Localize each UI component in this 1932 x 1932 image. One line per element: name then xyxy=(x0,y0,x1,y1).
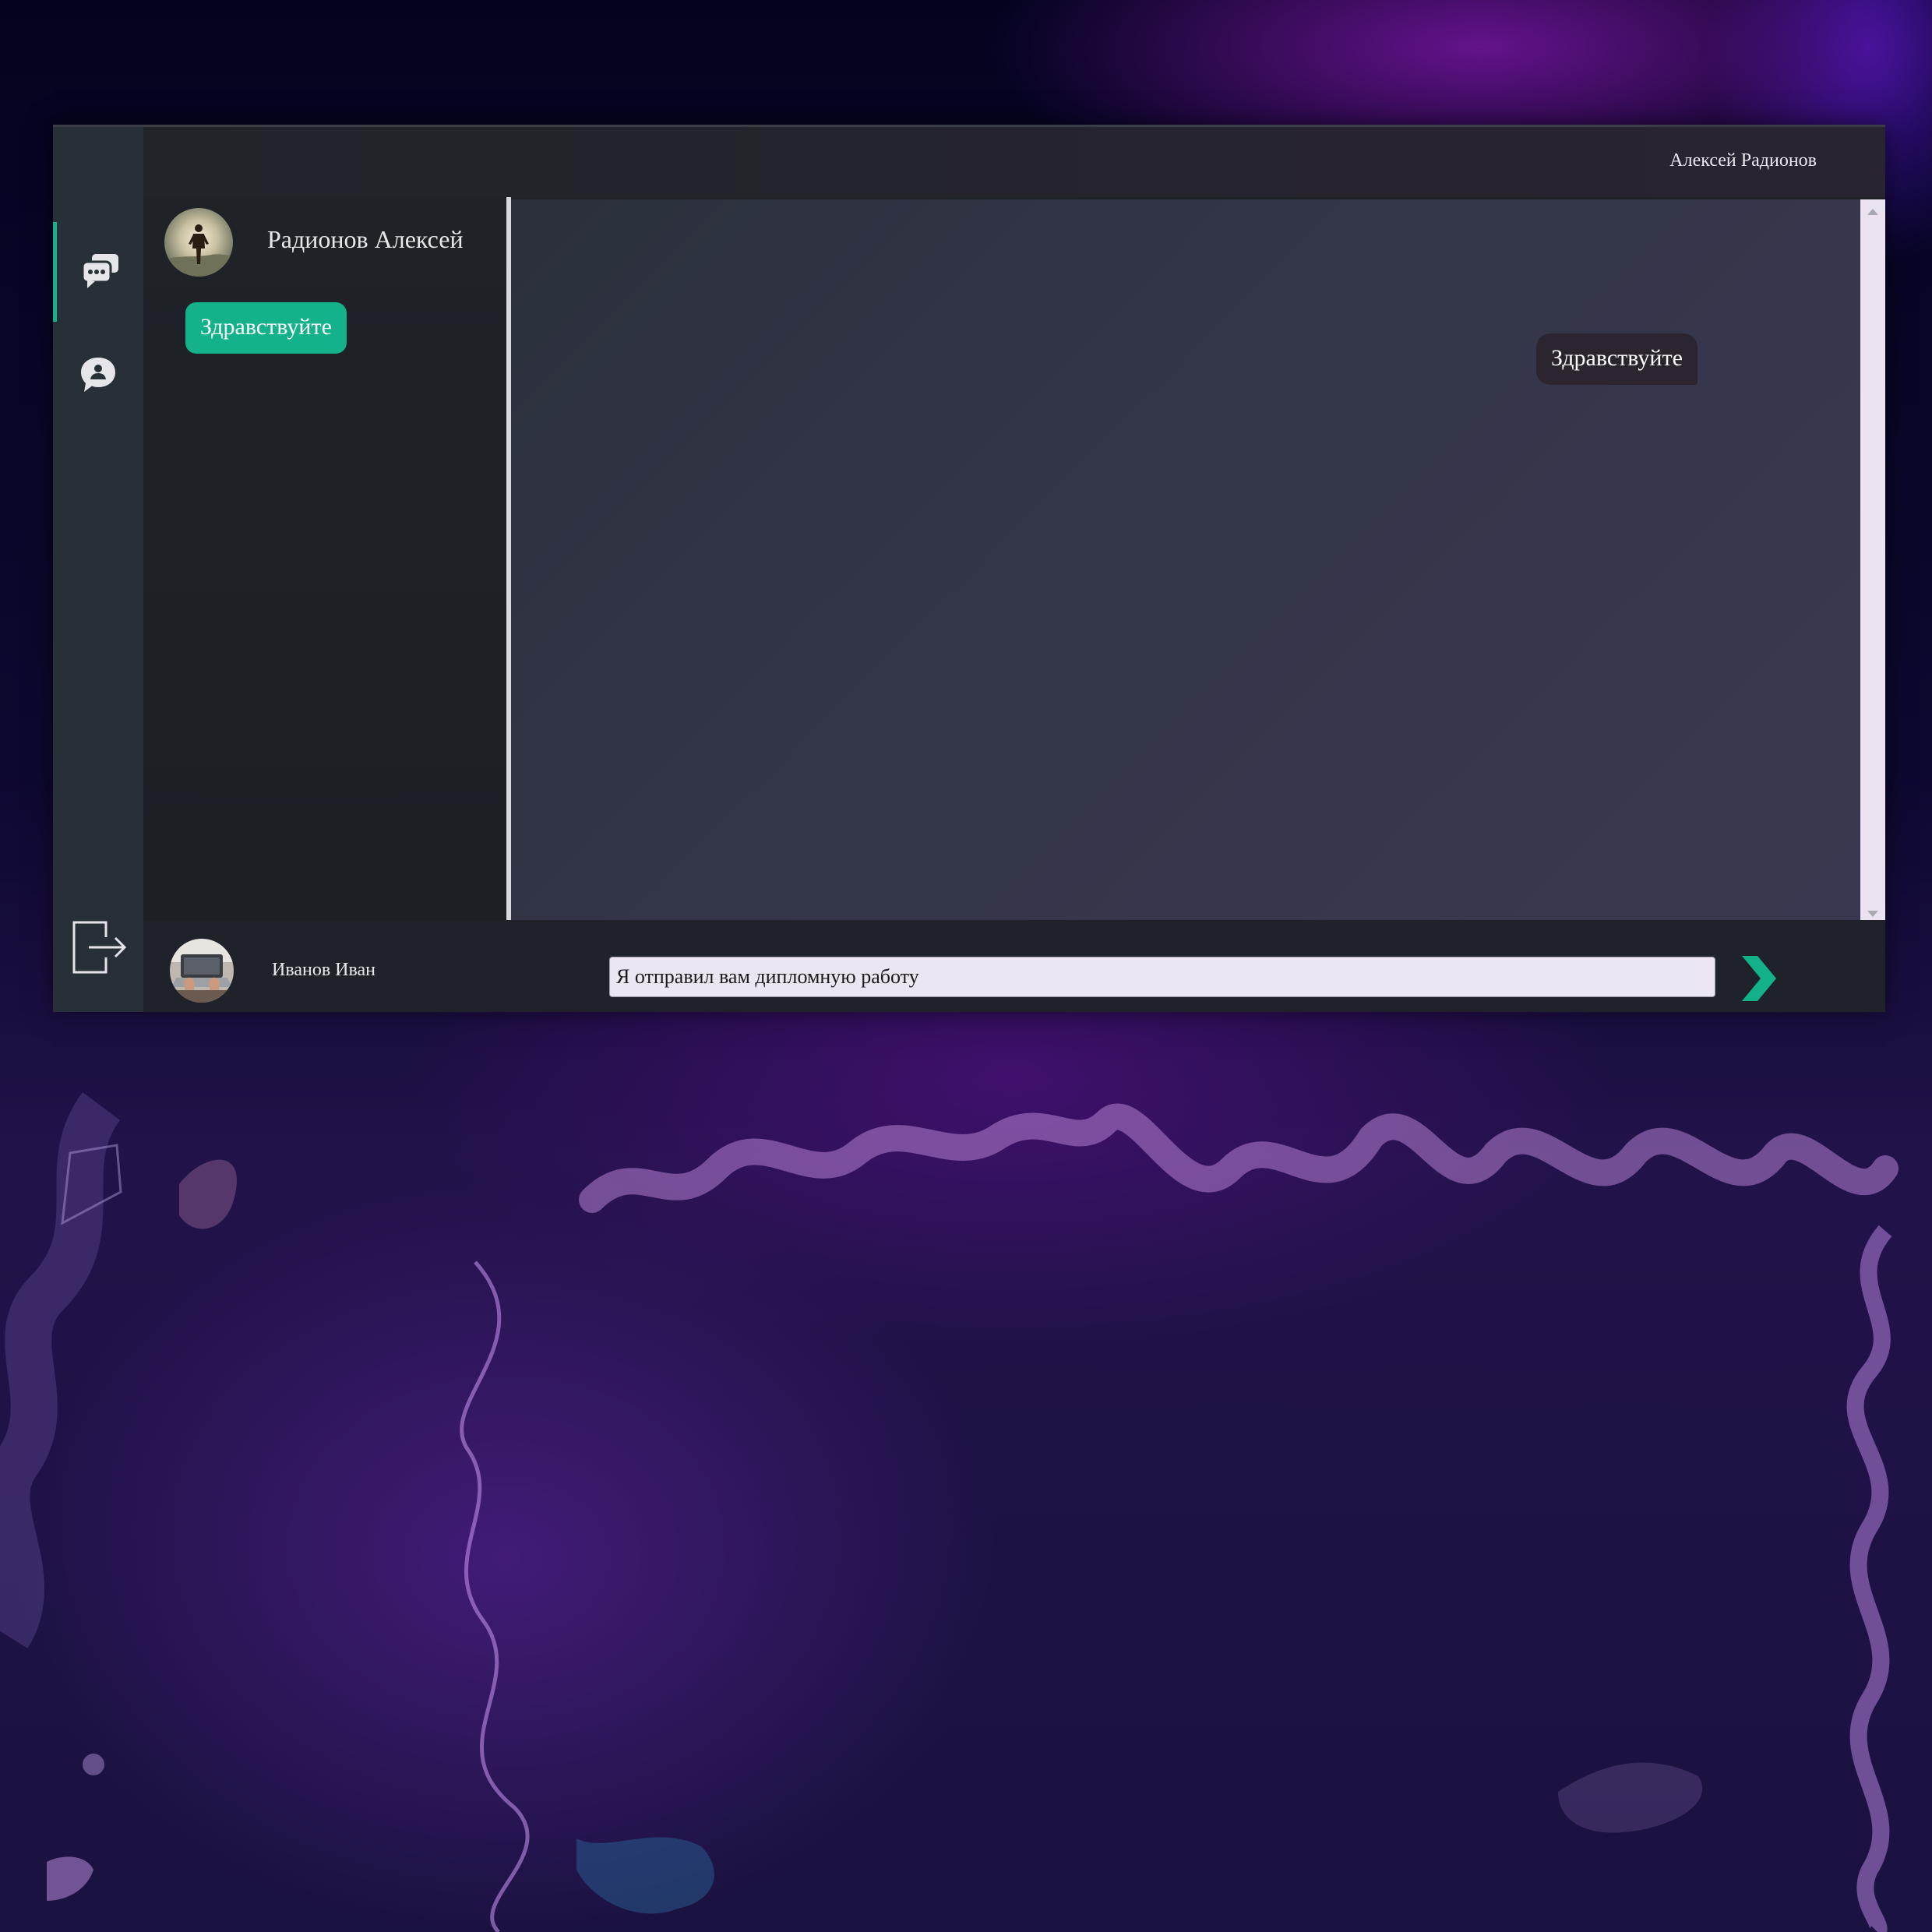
logout-button[interactable] xyxy=(72,920,127,978)
send-button[interactable] xyxy=(1739,954,1779,1003)
icon-sidebar xyxy=(53,127,143,1012)
top-bar: Алексей Радионов xyxy=(143,127,1885,197)
scroll-up-arrow-icon[interactable] xyxy=(1867,209,1878,215)
logout-icon xyxy=(72,921,127,978)
user-chat-icon xyxy=(79,356,117,397)
contact-avatar xyxy=(164,208,233,277)
chat-scrollbar[interactable] xyxy=(1860,199,1885,920)
my-name: Иванов Иван xyxy=(272,960,376,980)
nav-chats[interactable] xyxy=(53,222,143,322)
chat-bubbles-icon xyxy=(81,252,120,292)
contact-item[interactable]: Радионов Алексей xyxy=(143,205,506,283)
contact-name: Радионов Алексей xyxy=(267,225,464,253)
current-user-name[interactable]: Алексей Радионов xyxy=(1669,150,1817,171)
messenger-window: Алексей Радионов Радионов Алексей Здравс… xyxy=(53,125,1885,1012)
chevron-right-icon xyxy=(1739,956,1779,1006)
message-input[interactable] xyxy=(609,957,1715,997)
nav-contacts[interactable] xyxy=(53,349,143,404)
composer-bar: Иванов Иван xyxy=(143,920,1885,1012)
message-incoming: Здравствуйте xyxy=(1536,333,1698,385)
chat-area xyxy=(511,199,1860,920)
message-outgoing: Здравствуйте xyxy=(185,302,347,354)
scroll-down-arrow-icon[interactable] xyxy=(1867,911,1878,917)
my-avatar xyxy=(170,939,234,1003)
